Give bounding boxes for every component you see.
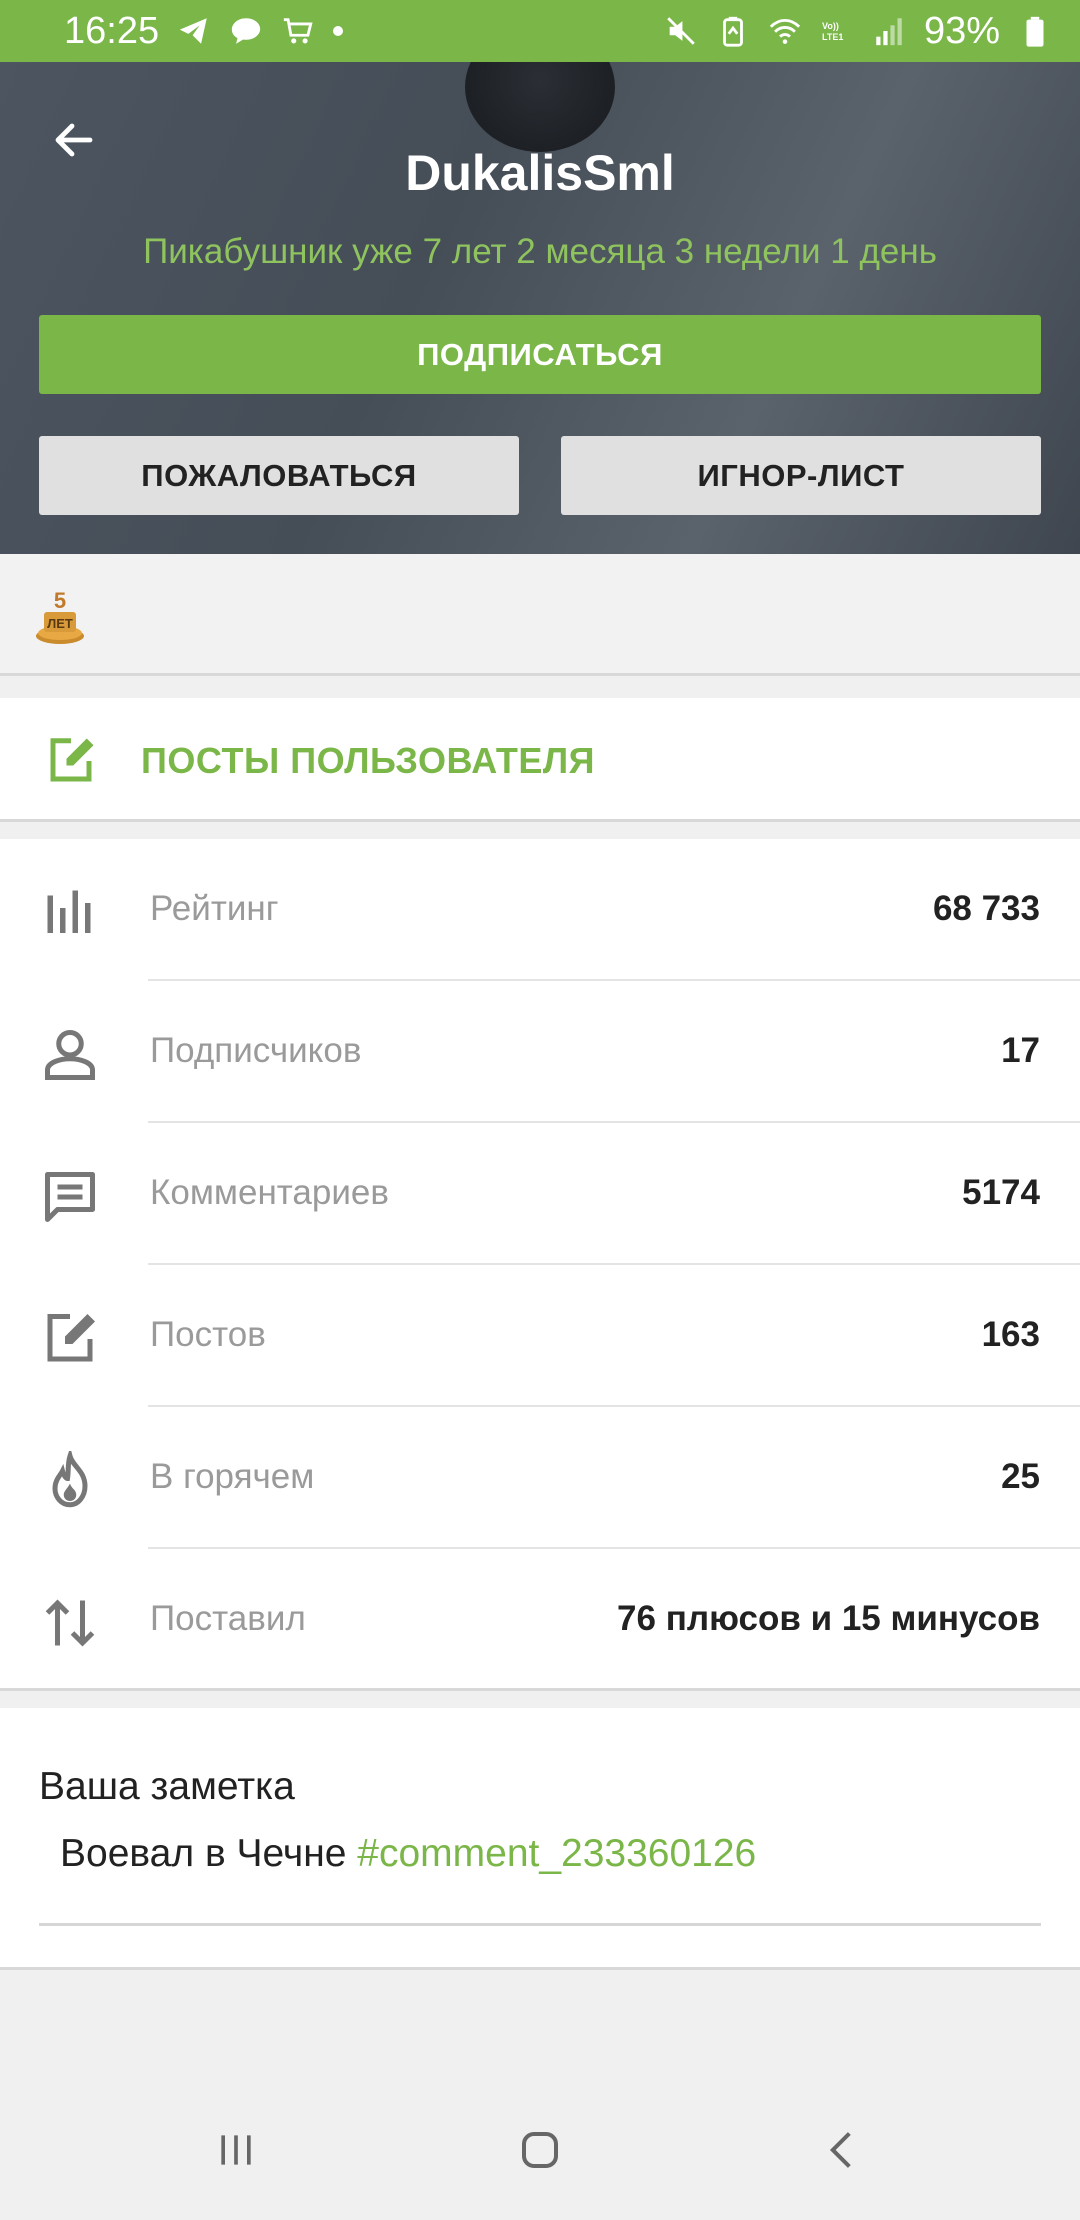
note-body: Воевал в Чечне: [60, 1832, 358, 1875]
status-time: 16:25: [64, 9, 160, 52]
mute-icon: [667, 17, 695, 45]
stat-value: 25: [1001, 1457, 1040, 1496]
status-bar-left: 16:25: [64, 9, 344, 53]
volte-icon: Vo))LTE1: [822, 21, 843, 42]
home-button[interactable]: [500, 2120, 580, 2180]
svg-text:LTE1: LTE1: [822, 32, 843, 42]
stat-row-hot[interactable]: В горячем 25: [0, 1407, 1080, 1549]
wifi-icon: [769, 18, 801, 44]
cart-icon: [283, 18, 313, 44]
stat-row-posts[interactable]: Постов 163: [0, 1265, 1080, 1407]
subscribe-button[interactable]: ПОДПИСАТЬСЯ: [39, 315, 1041, 394]
rating-bars-icon: [47, 890, 91, 933]
stat-row-rating: Рейтинг 68 733: [0, 839, 1080, 981]
page-title: DukalisSml: [405, 145, 675, 201]
user-posts-label: ПОСТЫ ПОЛЬЗОВАТЕЛЯ: [141, 740, 596, 781]
stat-value: 5174: [962, 1173, 1040, 1212]
awards-section: 5 ЛЕТ: [0, 554, 1080, 676]
note-comment-link[interactable]: #comment_233360126: [357, 1832, 756, 1875]
stat-label: Рейтинг: [150, 889, 279, 928]
stat-label: Постов: [150, 1315, 266, 1354]
edit-icon: [50, 738, 94, 782]
battery-saver-icon: [723, 16, 743, 47]
battery-percent: 93%: [923, 9, 1000, 52]
stat-label: Комментариев: [150, 1173, 389, 1212]
stat-row-votes: Поставил 76 плюсов и 15 минусов: [0, 1549, 1080, 1691]
note-title: Ваша заметка: [39, 1765, 295, 1808]
award-text: ЛЕТ: [47, 616, 73, 631]
ignore-list-button[interactable]: ИГНОР-ЛИСТ: [561, 436, 1041, 515]
battery-icon: [1026, 16, 1044, 47]
report-button[interactable]: ПОЖАЛОВАТЬСЯ: [39, 436, 519, 515]
status-bar-right: Vo)) LTE1 93%: [664, 10, 1052, 53]
recents-button[interactable]: [196, 2120, 276, 2180]
home-icon: [522, 2132, 558, 2168]
edit-icon: [47, 1314, 95, 1362]
stats-list: Рейтинг 68 733 Подписчиков 17 Комментари…: [0, 839, 1080, 1691]
note-underline: [39, 1923, 1041, 1926]
stat-label: Поставил: [150, 1599, 306, 1638]
svg-text:Vo)): Vo)): [822, 21, 839, 31]
stat-value: 17: [1001, 1031, 1040, 1070]
status-bar: 16:25 Vo)) LTE1 93%: [0, 0, 1080, 62]
stat-label: В горячем: [150, 1457, 315, 1496]
signal-icon: [876, 18, 902, 46]
comment-icon: [45, 1172, 95, 1222]
message-icon: [231, 18, 261, 44]
back-chevron-icon: [829, 2132, 851, 2168]
stat-row-comments[interactable]: Комментариев 5174: [0, 1123, 1080, 1265]
stat-value: 76 плюсов и 15 минусов: [617, 1599, 1040, 1638]
notification-dot-icon: [333, 26, 344, 36]
tenure-text: Пикабушник уже 7 лет 2 месяца 3 недели 1…: [143, 232, 937, 271]
stat-value: 163: [981, 1315, 1040, 1354]
user-posts-link[interactable]: ПОСТЫ ПОЛЬЗОВАТЕЛЯ: [0, 698, 1080, 822]
note-text: Воевал в Чечне #comment_233360126: [60, 1832, 756, 1876]
nav-back-button[interactable]: [802, 2120, 882, 2180]
five-years-award-icon[interactable]: 5 ЛЕТ: [34, 584, 86, 646]
stat-label: Подписчиков: [150, 1031, 362, 1070]
user-note[interactable]: Ваша заметка Воевал в Чечне #comment_233…: [0, 1708, 1080, 1970]
award-number: 5: [54, 588, 66, 613]
flame-icon: [52, 1451, 88, 1508]
system-nav-bar: [0, 2080, 1080, 2220]
profile-header: DukalisSml Пикабушник уже 7 лет 2 месяца…: [0, 62, 1080, 554]
sort-arrows-icon: [45, 1599, 95, 1647]
telegram-icon: [179, 18, 207, 44]
stat-row-subscribers[interactable]: Подписчиков 17: [0, 981, 1080, 1123]
stat-value: 68 733: [932, 889, 1040, 928]
recents-icon: [221, 2135, 251, 2165]
avatar[interactable]: [465, 62, 615, 152]
person-icon: [45, 1030, 95, 1080]
